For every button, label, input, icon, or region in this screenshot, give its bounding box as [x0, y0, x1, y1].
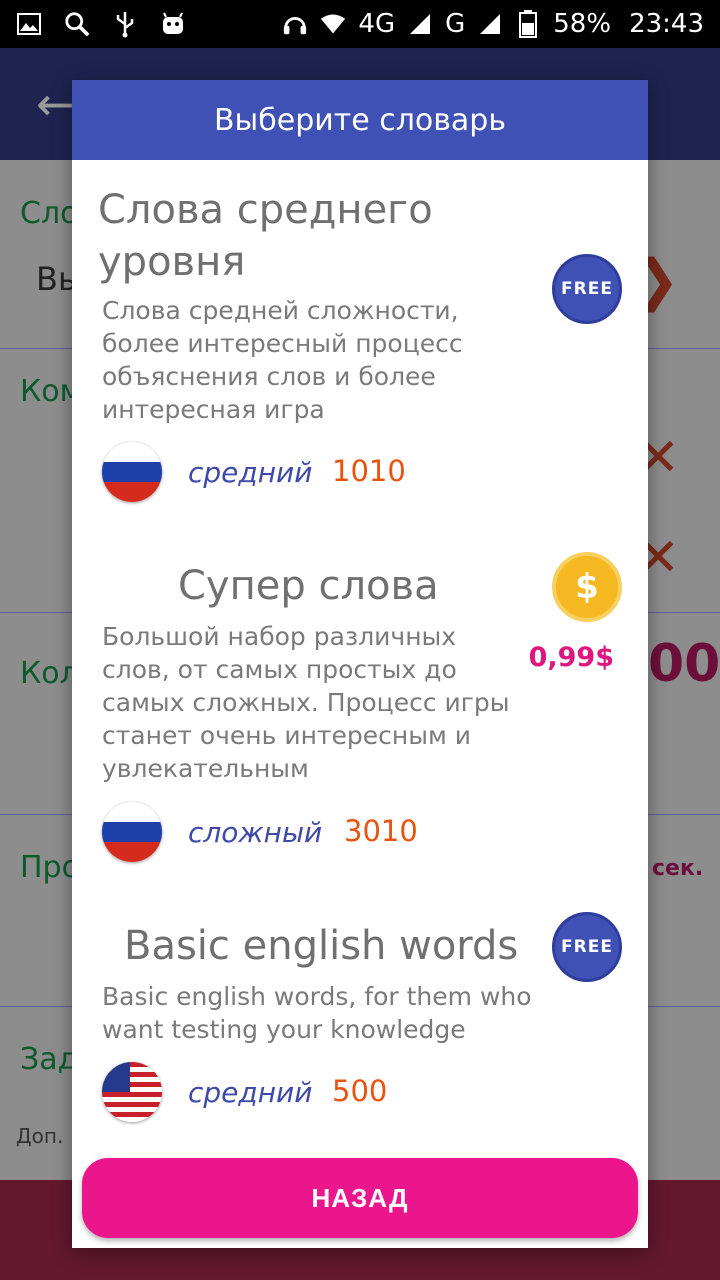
- back-button[interactable]: НАЗАД: [82, 1158, 638, 1238]
- dictionary-level: средний: [188, 1076, 313, 1109]
- dictionary-word-count: 1010: [332, 454, 406, 488]
- battery-icon: [515, 10, 541, 38]
- clock: 23:43: [629, 9, 704, 39]
- bg-label-duration: Про: [20, 850, 80, 885]
- coin-icon: $: [552, 552, 622, 622]
- dictionary-item[interactable]: Слова среднего уровня FREE Слова средней…: [72, 160, 648, 540]
- dictionary-description: Basic english words, for them who want t…: [102, 982, 532, 1044]
- signal-icon: [407, 11, 433, 37]
- dictionary-item[interactable]: Супер слова $ 0,99$ Большой набор различ…: [72, 540, 648, 920]
- signal-icon-2: [477, 11, 503, 37]
- dictionary-title: Слова среднего уровня: [98, 187, 433, 285]
- dictionary-description: Слова средней сложности, более интересны…: [102, 296, 463, 424]
- search-icon: [64, 11, 90, 37]
- wifi-icon: [320, 11, 346, 37]
- network-type: 4G: [358, 9, 396, 39]
- bg-label-tasks: Зад: [20, 1042, 79, 1077]
- dictionary-item[interactable]: Basic english words FREE Basic english w…: [72, 900, 648, 1140]
- dialog-title: Выберите словарь: [213, 102, 507, 138]
- dictionary-word-count: 3010: [344, 814, 418, 848]
- bg-label-dictionary: Сло: [20, 196, 79, 231]
- russia-flag-icon: [102, 802, 162, 862]
- dictionary-description: Большой набор различных слов, от самых п…: [102, 622, 510, 783]
- battery-percent: 58%: [553, 9, 612, 39]
- image-icon: [16, 11, 42, 37]
- dictionary-title: Супер слова: [178, 563, 439, 609]
- headset-icon: [282, 11, 308, 37]
- bg-tasks-sub: Доп.: [16, 1124, 64, 1148]
- bg-duration-unit: сек.: [652, 856, 704, 881]
- russia-flag-icon: [102, 442, 162, 502]
- usa-flag-icon: [102, 1062, 162, 1122]
- dictionary-price: 0,99$: [528, 642, 614, 673]
- free-badge-icon: FREE: [552, 912, 622, 982]
- dialog-header: Выберите словарь: [72, 80, 648, 160]
- status-bar: 4G G 58% 23:43: [0, 0, 720, 48]
- back-arrow-icon[interactable]: ←: [36, 77, 75, 131]
- network-type-2: G: [445, 9, 466, 39]
- bg-count-value: 00: [648, 634, 720, 694]
- dictionary-word-count: 500: [332, 1074, 388, 1108]
- android-icon: [160, 11, 186, 37]
- free-badge-icon: FREE: [552, 254, 622, 324]
- dictionary-level: средний: [188, 456, 313, 489]
- bg-label-count: Кол: [20, 656, 79, 691]
- dictionary-dialog: Выберите словарь Слова среднего уровня F…: [72, 80, 648, 1248]
- dictionary-title: Basic english words: [124, 923, 519, 969]
- dictionary-level: сложный: [188, 816, 323, 849]
- usb-icon: [112, 11, 138, 38]
